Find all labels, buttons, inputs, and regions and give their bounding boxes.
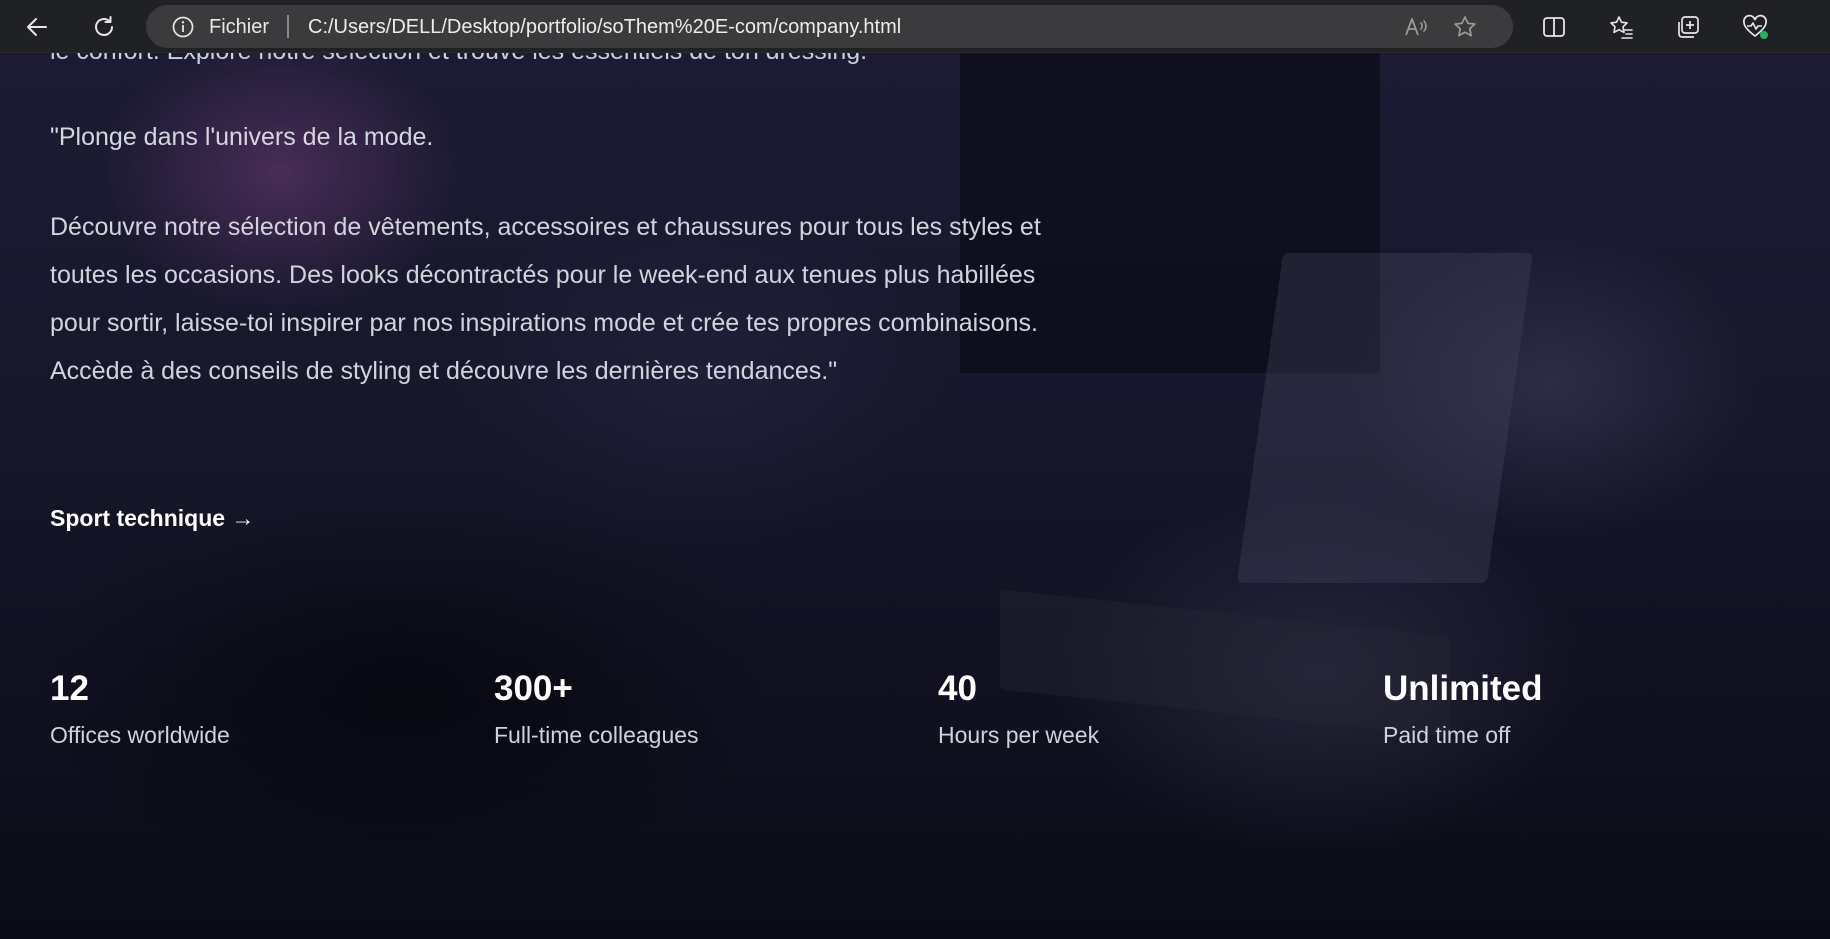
- favorites-icon: [1610, 16, 1633, 39]
- split-screen-button[interactable]: [1535, 8, 1573, 46]
- stat-label: Hours per week: [938, 722, 1100, 748]
- stat-value: 12: [50, 669, 89, 708]
- read-aloud-button[interactable]: [1403, 14, 1429, 40]
- background-photo-laptop: [1236, 253, 1534, 583]
- back-arrow-icon: [27, 18, 47, 36]
- refresh-button[interactable]: [85, 8, 123, 46]
- split-screen-icon: [1543, 17, 1565, 37]
- stat-hours: 40 Hours per week: [938, 668, 1358, 749]
- back-button[interactable]: [18, 8, 56, 46]
- stat-value: 300+: [494, 669, 573, 708]
- site-info-label[interactable]: Fichier: [209, 16, 269, 39]
- browser-essentials-button[interactable]: [1736, 8, 1774, 46]
- stat-offices: 12 Offices worldwide: [50, 668, 470, 749]
- intro-paragraph: le confort. Explore notre sélection et t…: [50, 53, 867, 66]
- read-aloud-icon: [1405, 18, 1427, 36]
- url-text[interactable]: C:/Users/DELL/Desktop/portfolio/soThem%2…: [308, 16, 901, 39]
- company-hero-section: le confort. Explore notre sélection et t…: [0, 53, 1830, 939]
- description-paragraph: Découvre notre sélection de vêtements, a…: [50, 213, 1041, 385]
- browser-toolbar: Fichier C:/Users/DELL/Desktop/portfolio/…: [0, 0, 1830, 53]
- address-separator: [287, 15, 289, 38]
- favorite-star-icon: [1454, 16, 1476, 37]
- favorites-button[interactable]: [1602, 8, 1640, 46]
- stat-label: Paid time off: [1383, 722, 1511, 748]
- info-icon[interactable]: [172, 16, 194, 38]
- add-favorite-button[interactable]: [1452, 14, 1478, 40]
- refresh-icon: [95, 16, 113, 36]
- stat-value: Unlimited: [1383, 669, 1543, 708]
- collections-button[interactable]: [1669, 8, 1707, 46]
- stat-label: Offices worldwide: [50, 722, 230, 748]
- stat-label: Full-time colleagues: [494, 722, 699, 748]
- stat-time-off: Unlimited Paid time off: [1383, 668, 1803, 749]
- collections-icon: [1678, 16, 1699, 38]
- address-bar[interactable]: Fichier C:/Users/DELL/Desktop/portfolio/…: [146, 5, 1513, 48]
- sport-technique-link[interactable]: Sport technique →: [50, 505, 254, 532]
- stat-value: 40: [938, 669, 977, 708]
- quote-title: "Plonge dans l'univers de la mode.: [50, 123, 434, 151]
- browser-essentials-icon: [1743, 14, 1768, 39]
- stat-colleagues: 300+ Full-time colleagues: [494, 668, 914, 749]
